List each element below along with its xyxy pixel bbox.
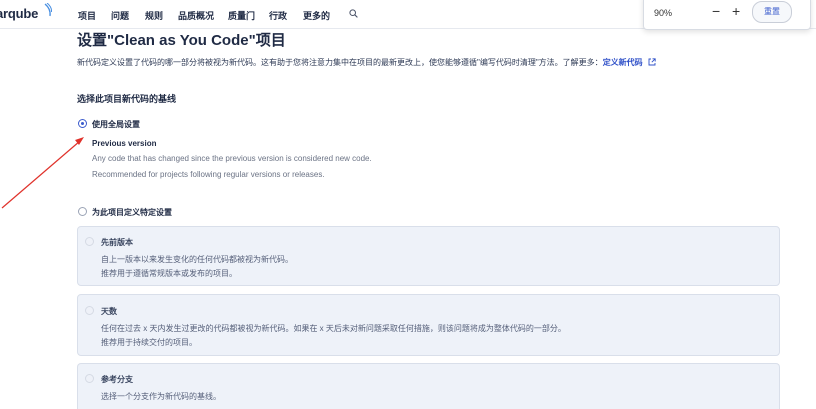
previous-version-recommendation: Recommended for projects following regul… [92, 170, 325, 179]
previous-version-title: Previous version [92, 139, 157, 148]
card-description: 自上一版本以来发生变化的任何代码都被视为新代码。 [101, 255, 293, 264]
zoom-out-button[interactable]: − [712, 3, 720, 19]
zoom-in-button[interactable]: + [732, 3, 740, 19]
page-title: 设置"Clean as You Code"项目 [77, 32, 286, 49]
card-title: 先前版本 [101, 238, 133, 247]
nav-projects[interactable]: 项目 [78, 9, 96, 22]
nav-issues[interactable]: 问题 [111, 9, 129, 22]
logo-wave-icon [44, 3, 52, 17]
nav-administration[interactable]: 行政 [269, 9, 287, 22]
page-description: 新代码定义设置了代码的哪一部分将被视为新代码。这有助于您将注意力集中在项目的最新… [77, 57, 656, 68]
description-text: 新代码定义设置了代码的哪一部分将被视为新代码。这有助于您将注意力集中在项目的最新… [77, 58, 603, 67]
global-setting-label[interactable]: 使用全局设置 [92, 119, 140, 130]
card-title: 参考分支 [101, 375, 133, 384]
nav-rules[interactable]: 规则 [145, 9, 163, 22]
card-recommendation: 推荐用于持续交付的项目。 [101, 338, 197, 347]
baseline-section-title: 选择此项目新代码的基线 [77, 94, 177, 104]
specific-setting-label[interactable]: 为此项目定义特定设置 [92, 207, 172, 218]
search-icon[interactable] [349, 9, 358, 18]
external-link-icon [648, 58, 656, 66]
nav-more[interactable]: 更多的 [303, 9, 330, 22]
card-radio[interactable] [85, 237, 94, 246]
option-card-previous-version[interactable]: 先前版本 自上一版本以来发生变化的任何代码都被视为新代码。 推荐用于遵循常规版本… [77, 226, 780, 286]
card-recommendation: 推荐用于遵循常规版本或发布的项目。 [101, 269, 237, 278]
learn-more-link[interactable]: 定义新代码 [603, 58, 643, 67]
card-description: 选择一个分支作为新代码的基线。 [101, 392, 221, 401]
option-card-reference-branch[interactable]: 参考分支 选择一个分支作为新代码的基线。 [77, 363, 780, 409]
nav-quality-profiles[interactable]: 品质概况 [178, 9, 214, 22]
global-setting-radio[interactable] [78, 119, 87, 128]
sonarqube-logo[interactable]: arqube [0, 6, 38, 21]
card-description: 任何在过去 x 天内发生过更改的代码都被视为新代码。如果在 x 天后未对新问题采… [101, 324, 566, 333]
card-title: 天数 [101, 307, 117, 316]
nav-quality-gates[interactable]: 质量门 [228, 9, 255, 22]
card-radio[interactable] [85, 306, 94, 315]
card-radio[interactable] [85, 374, 94, 383]
previous-version-desc: Any code that has changed since the prev… [92, 154, 372, 163]
option-card-days[interactable]: 天数 任何在过去 x 天内发生过更改的代码都被视为新代码。如果在 x 天后未对新… [77, 294, 780, 356]
zoom-reset-button[interactable]: 重置 [752, 1, 792, 23]
zoom-level: 90% [654, 8, 673, 18]
zoom-popup: 90% − + 重置 [643, 0, 811, 30]
specific-setting-radio[interactable] [78, 207, 87, 216]
